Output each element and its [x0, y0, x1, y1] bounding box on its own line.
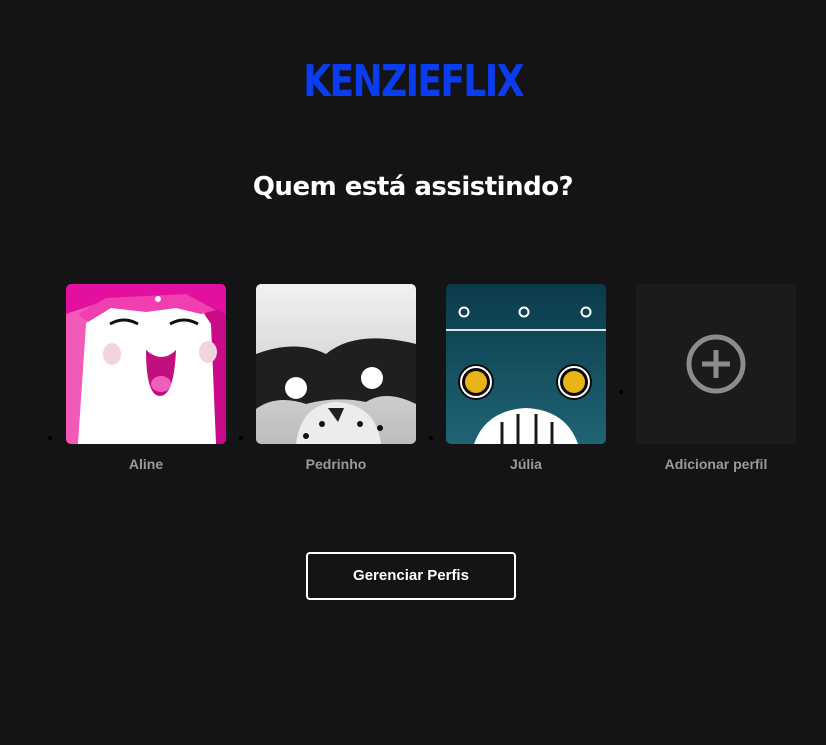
- pink-happy-face-avatar: [66, 284, 226, 444]
- profile-avatar-aline[interactable]: [66, 284, 226, 444]
- list-bullet: [619, 390, 623, 394]
- profile-name: Júlia: [510, 456, 542, 472]
- page-title: Quem está assistindo?: [252, 172, 574, 202]
- list-bullet: [48, 436, 52, 440]
- plus-circle-icon: [636, 284, 796, 444]
- add-profile[interactable]: Adicionar perfil: [636, 284, 796, 472]
- profile-aline[interactable]: Aline: [66, 284, 226, 472]
- brand-logo: KENZIEFLIX: [303, 56, 524, 107]
- profile-list: Aline Pedrinho Júlia Adicionar perfil: [0, 284, 826, 484]
- list-bullet: [429, 436, 433, 440]
- profile-julia[interactable]: Júlia: [446, 284, 606, 472]
- manage-profiles-button[interactable]: Gerenciar Perfis: [306, 552, 516, 600]
- list-bullet: [239, 436, 243, 440]
- profile-name: Aline: [128, 456, 164, 472]
- profile-avatar-pedrinho[interactable]: [256, 284, 416, 444]
- profile-avatar-julia[interactable]: [446, 284, 606, 444]
- add-profile-label: Adicionar perfil: [664, 456, 768, 472]
- profile-name: Pedrinho: [305, 456, 367, 472]
- raccoon-mask-avatar: [256, 284, 416, 444]
- profile-pedrinho[interactable]: Pedrinho: [256, 284, 416, 472]
- teal-robot-avatar: [446, 284, 606, 444]
- add-profile-tile[interactable]: [636, 284, 796, 444]
